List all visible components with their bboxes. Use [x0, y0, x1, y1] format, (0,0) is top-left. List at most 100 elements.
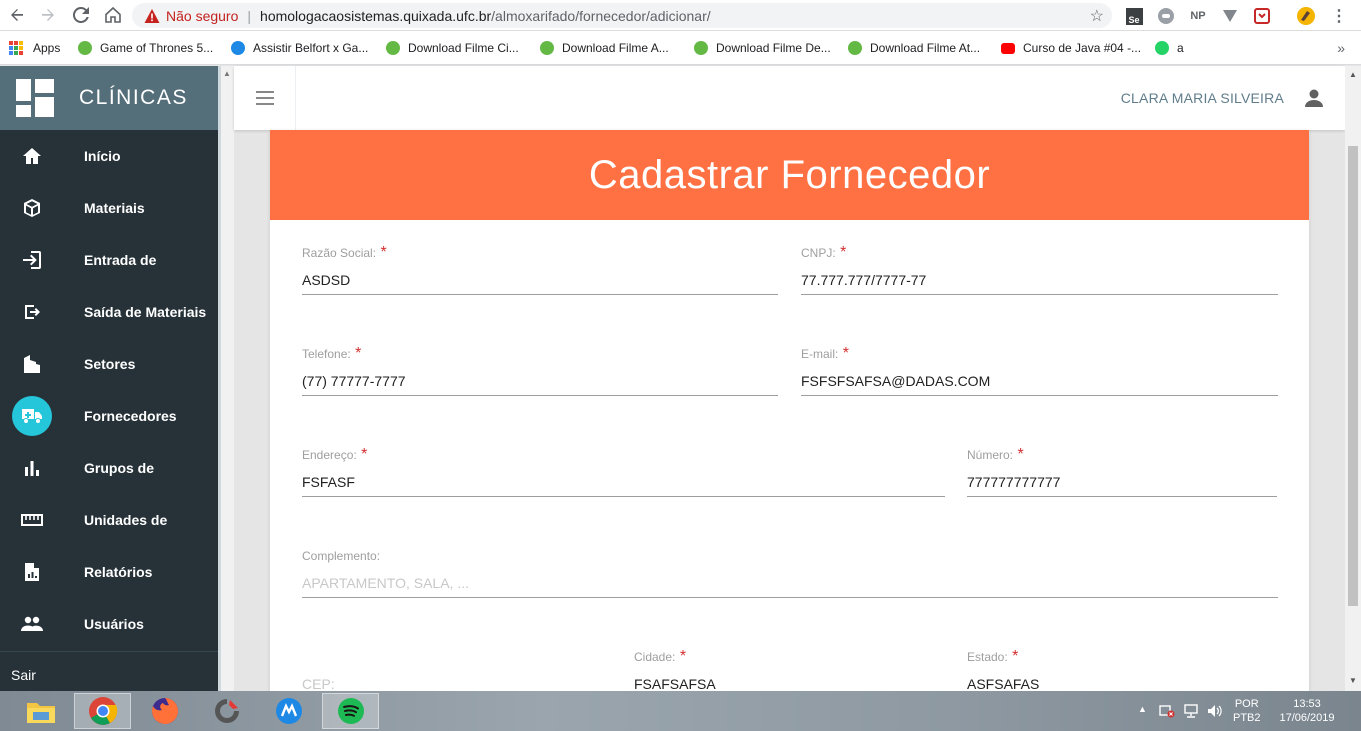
logout-icon [12, 292, 52, 332]
utorrent-icon [78, 41, 92, 55]
page-title: Cadastrar Fornecedor [588, 152, 991, 197]
extension-np-icon[interactable]: NP [1188, 6, 1208, 26]
numero-field: Número: * [967, 446, 1277, 502]
bookmark-item[interactable]: Download Filme De... [694, 39, 831, 57]
estado-field: Estado: * [967, 648, 1277, 691]
brand-name: CLÍNICAS [79, 86, 188, 109]
tray-overflow-icon[interactable]: ▲ [1138, 704, 1147, 714]
app-icon[interactable] [198, 693, 255, 729]
required-mark: * [1012, 648, 1019, 665]
extension-se-icon[interactable]: Se [1124, 6, 1144, 26]
bookmark-star-icon[interactable]: ☆ [1090, 6, 1104, 26]
not-secure-label[interactable]: Não seguro [166, 8, 238, 24]
hamburger-menu-button[interactable] [234, 66, 296, 130]
app-icon[interactable] [260, 693, 317, 729]
box-icon [12, 188, 52, 228]
sidebar-item-relatorios[interactable]: Relatórios [0, 546, 218, 598]
omnibox-separator: | [247, 7, 252, 24]
razao-social-input[interactable] [302, 266, 778, 295]
bookmark-item[interactable]: Download Filme Ci... [386, 39, 519, 57]
numero-input[interactable] [967, 468, 1277, 497]
file-explorer-icon[interactable] [12, 693, 69, 729]
bookmark-apps[interactable]: Apps [9, 39, 60, 57]
bookmark-item[interactable]: Assistir Belfort x Ga... [231, 39, 368, 57]
sidebar-divider [0, 651, 218, 652]
estado-label: Estado: [967, 650, 1008, 664]
logout-link[interactable]: Sair [11, 667, 36, 683]
utorrent-icon [540, 41, 554, 55]
scroll-down-arrow-icon[interactable]: ▼ [1349, 676, 1357, 685]
chrome-icon[interactable] [74, 693, 131, 729]
dashboard-logo-icon [16, 79, 54, 117]
endereco-input[interactable] [302, 468, 945, 497]
extension-pocket-icon[interactable] [1252, 6, 1272, 26]
cnpj-input[interactable] [801, 266, 1278, 295]
network-warning-icon[interactable] [1159, 704, 1175, 721]
network-icon[interactable] [1183, 704, 1199, 721]
sidebar-item-materiais[interactable]: Materiais [0, 182, 218, 234]
forward-icon[interactable] [36, 4, 60, 26]
telefone-input[interactable] [302, 367, 778, 396]
email-label: E-mail: [801, 347, 839, 361]
address-bar[interactable]: Não seguro | homologacaosistemas.quixada… [132, 3, 1112, 28]
bookmark-item[interactable]: Curso de Java #04 -... [1001, 39, 1141, 57]
app-topbar: CLARA MARIA SILVEIRA [234, 66, 1345, 130]
reload-icon[interactable] [69, 4, 93, 26]
utorrent-icon [386, 41, 400, 55]
bookmarks-overflow-icon[interactable]: » [1337, 40, 1345, 56]
user-name[interactable]: CLARA MARIA SILVEIRA [1121, 90, 1284, 106]
extension-discord-icon[interactable] [1156, 6, 1176, 26]
url-domain: homologacaosistemas.quixada.ufc.br [260, 7, 492, 24]
home-browser-icon[interactable] [101, 4, 125, 26]
system-clock[interactable]: 13:53 17/06/2019 [1276, 697, 1338, 725]
utorrent-icon [694, 41, 708, 55]
estado-input[interactable] [967, 670, 1277, 691]
bookmark-item[interactable]: a [1155, 39, 1184, 57]
sidebar-item-saida[interactable]: Saída de Materiais [0, 286, 218, 338]
cidade-input[interactable] [634, 670, 944, 691]
scrollbar-thumb[interactable] [1348, 146, 1358, 606]
required-mark: * [842, 345, 850, 362]
scroll-up-arrow-icon[interactable]: ▲ [1349, 70, 1357, 79]
telefone-field: Telefone: * [302, 345, 778, 401]
volume-icon[interactable] [1207, 704, 1223, 721]
spotify-icon[interactable] [322, 693, 379, 729]
cidade-label: Cidade: [634, 650, 676, 664]
browser-menu-icon[interactable]: ⋮ [1329, 6, 1349, 26]
sidebar-item-inicio[interactable]: Início [0, 130, 218, 182]
firefox-icon[interactable] [136, 693, 193, 729]
back-icon[interactable] [5, 4, 29, 26]
bookmark-item[interactable]: Download Filme At... [848, 39, 980, 57]
utorrent-icon [848, 41, 862, 55]
scroll-up-arrow-icon[interactable]: ▲ [223, 69, 231, 78]
complemento-field: Complemento: [302, 547, 1278, 603]
sidebar-item-setores[interactable]: Setores [0, 338, 218, 390]
browser-toolbar: Não seguro | homologacaosistemas.quixada… [0, 0, 1361, 31]
sidebar-header: CLÍNICAS [0, 66, 218, 130]
ruler-icon [12, 500, 52, 540]
bookmarks-bar: Apps Game of Thrones 5... Assistir Belfo… [0, 31, 1361, 65]
sidebar-item-unidades[interactable]: Unidades de [0, 494, 218, 546]
cep-input[interactable] [302, 670, 612, 691]
complemento-label: Complemento: [302, 549, 381, 563]
razao-social-label: Razão Social: [302, 246, 377, 260]
sidebar-item-fornecedores[interactable]: Fornecedores [0, 390, 218, 442]
complemento-input[interactable] [302, 569, 1278, 598]
sidebar-item-usuarios[interactable]: Usuários [0, 598, 218, 650]
required-mark: * [679, 648, 687, 665]
bookmark-item[interactable]: Game of Thrones 5... [78, 39, 213, 57]
bookmark-item[interactable]: Download Filme A... [540, 39, 669, 57]
input-language-indicator[interactable]: POR PTB2 [1233, 697, 1261, 725]
required-mark: * [840, 244, 847, 261]
cnpj-field: CNPJ: * [801, 244, 1278, 300]
email-input[interactable] [801, 367, 1278, 396]
sidebar-item-grupos[interactable]: Grupos de [0, 442, 218, 494]
user-account-icon[interactable] [1303, 87, 1325, 109]
extension-vee-icon[interactable] [1220, 6, 1240, 26]
sidebar-item-entrada[interactable]: Entrada de [0, 234, 218, 286]
profile-avatar-icon[interactable] [1296, 6, 1316, 26]
page-scrollbar[interactable]: ▲ ▼ [1345, 66, 1361, 691]
sidebar-scrollbar[interactable]: ▲ [218, 66, 234, 691]
url-path: /almoxarifado/fornecedor/adicionar/ [491, 7, 711, 24]
windows-taskbar: ▲ POR PTB2 13:53 17/06/2019 [0, 691, 1361, 731]
